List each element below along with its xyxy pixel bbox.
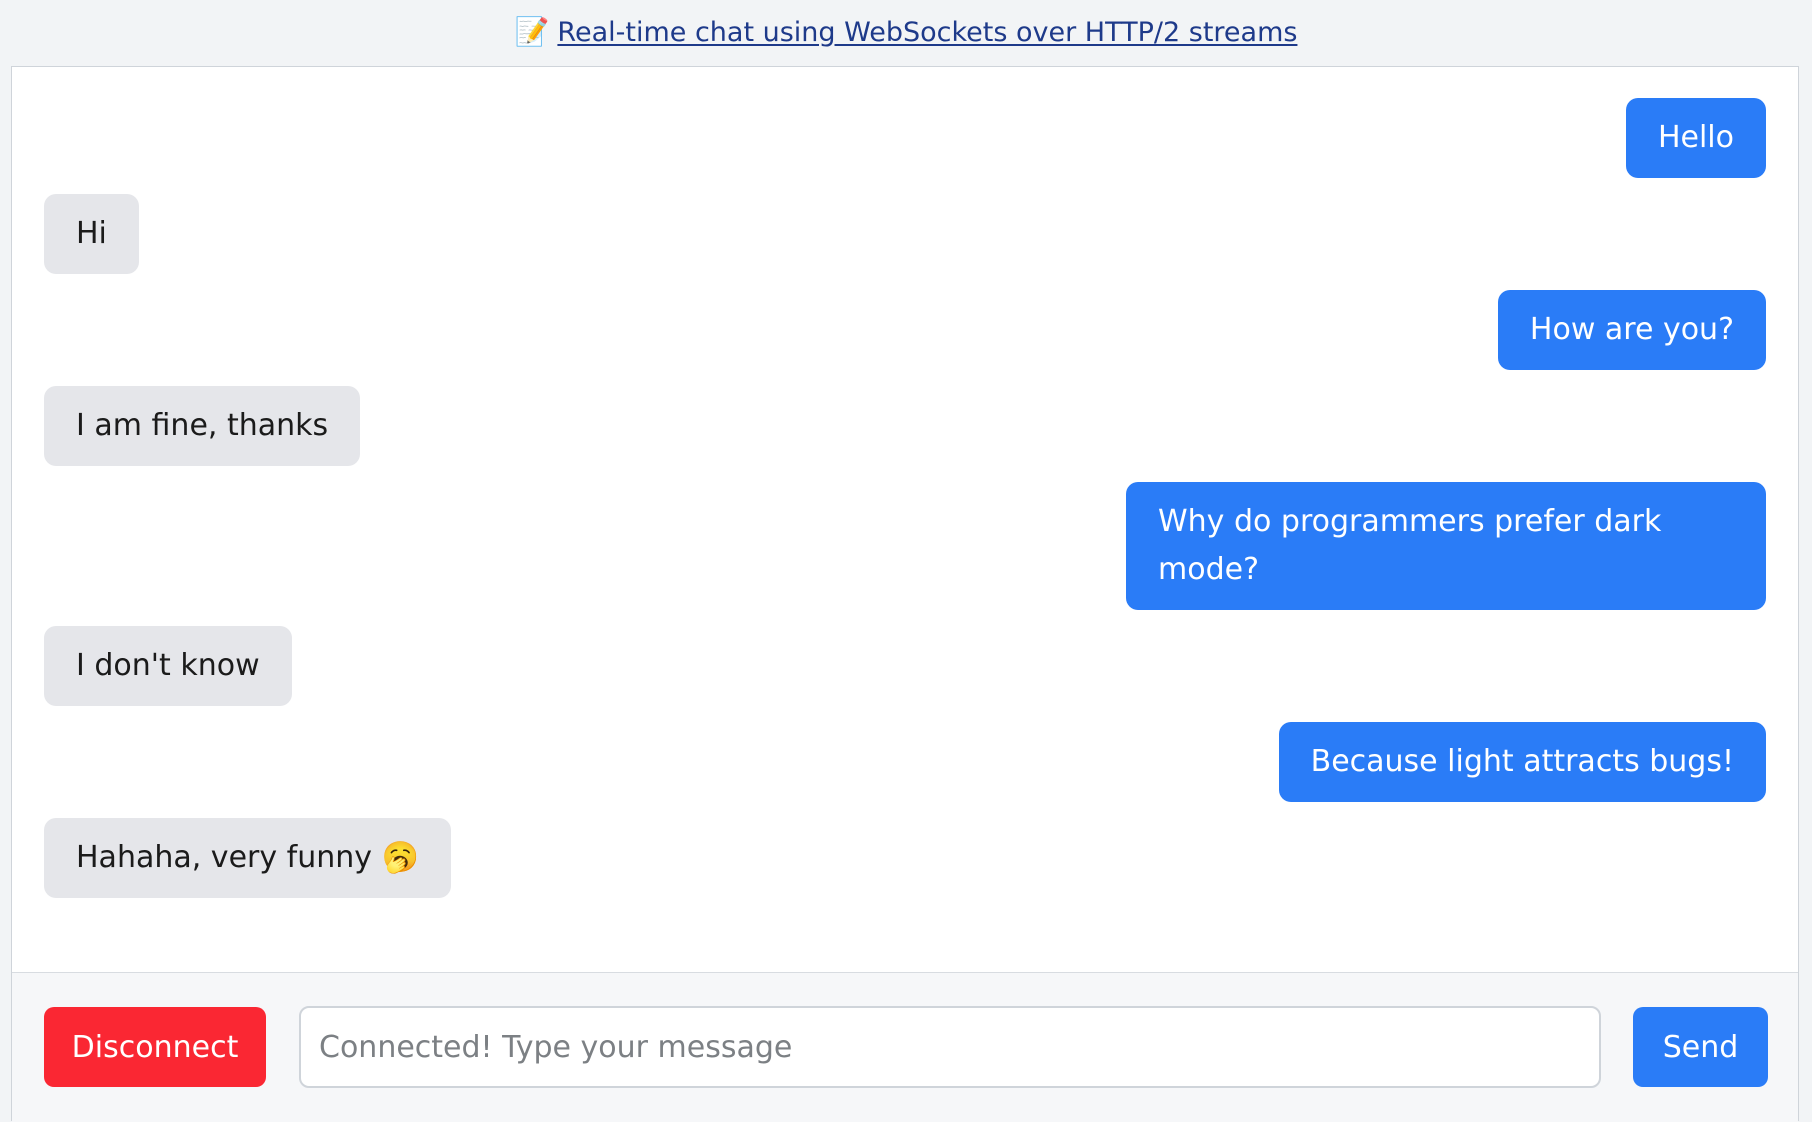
project-link[interactable]: Real-time chat using WebSockets over HTT… bbox=[557, 17, 1297, 48]
outgoing-message: Because light attracts bugs! bbox=[1278, 722, 1766, 802]
incoming-message: I don't know bbox=[44, 626, 292, 706]
message-list: Hello Hi How are you? I am fine, thanks … bbox=[12, 67, 1798, 971]
message-input[interactable] bbox=[299, 1006, 1601, 1088]
incoming-message: Hi bbox=[44, 194, 139, 274]
memo-icon: 📝 bbox=[514, 15, 550, 48]
page-header: 📝 Real-time chat using WebSockets over H… bbox=[0, 0, 1812, 64]
chat-panel: Hello Hi How are you? I am fine, thanks … bbox=[11, 66, 1799, 1122]
disconnect-button[interactable]: Disconnect bbox=[44, 1007, 266, 1087]
incoming-message: I am fine, thanks bbox=[44, 386, 361, 466]
send-button[interactable]: Send bbox=[1633, 1007, 1768, 1087]
outgoing-message: Why do programmers prefer dark mode? bbox=[1126, 482, 1766, 610]
outgoing-message: How are you? bbox=[1497, 290, 1766, 370]
outgoing-message: Hello bbox=[1625, 98, 1766, 178]
incoming-message: Hahaha, very funny 🥱 bbox=[44, 818, 451, 898]
